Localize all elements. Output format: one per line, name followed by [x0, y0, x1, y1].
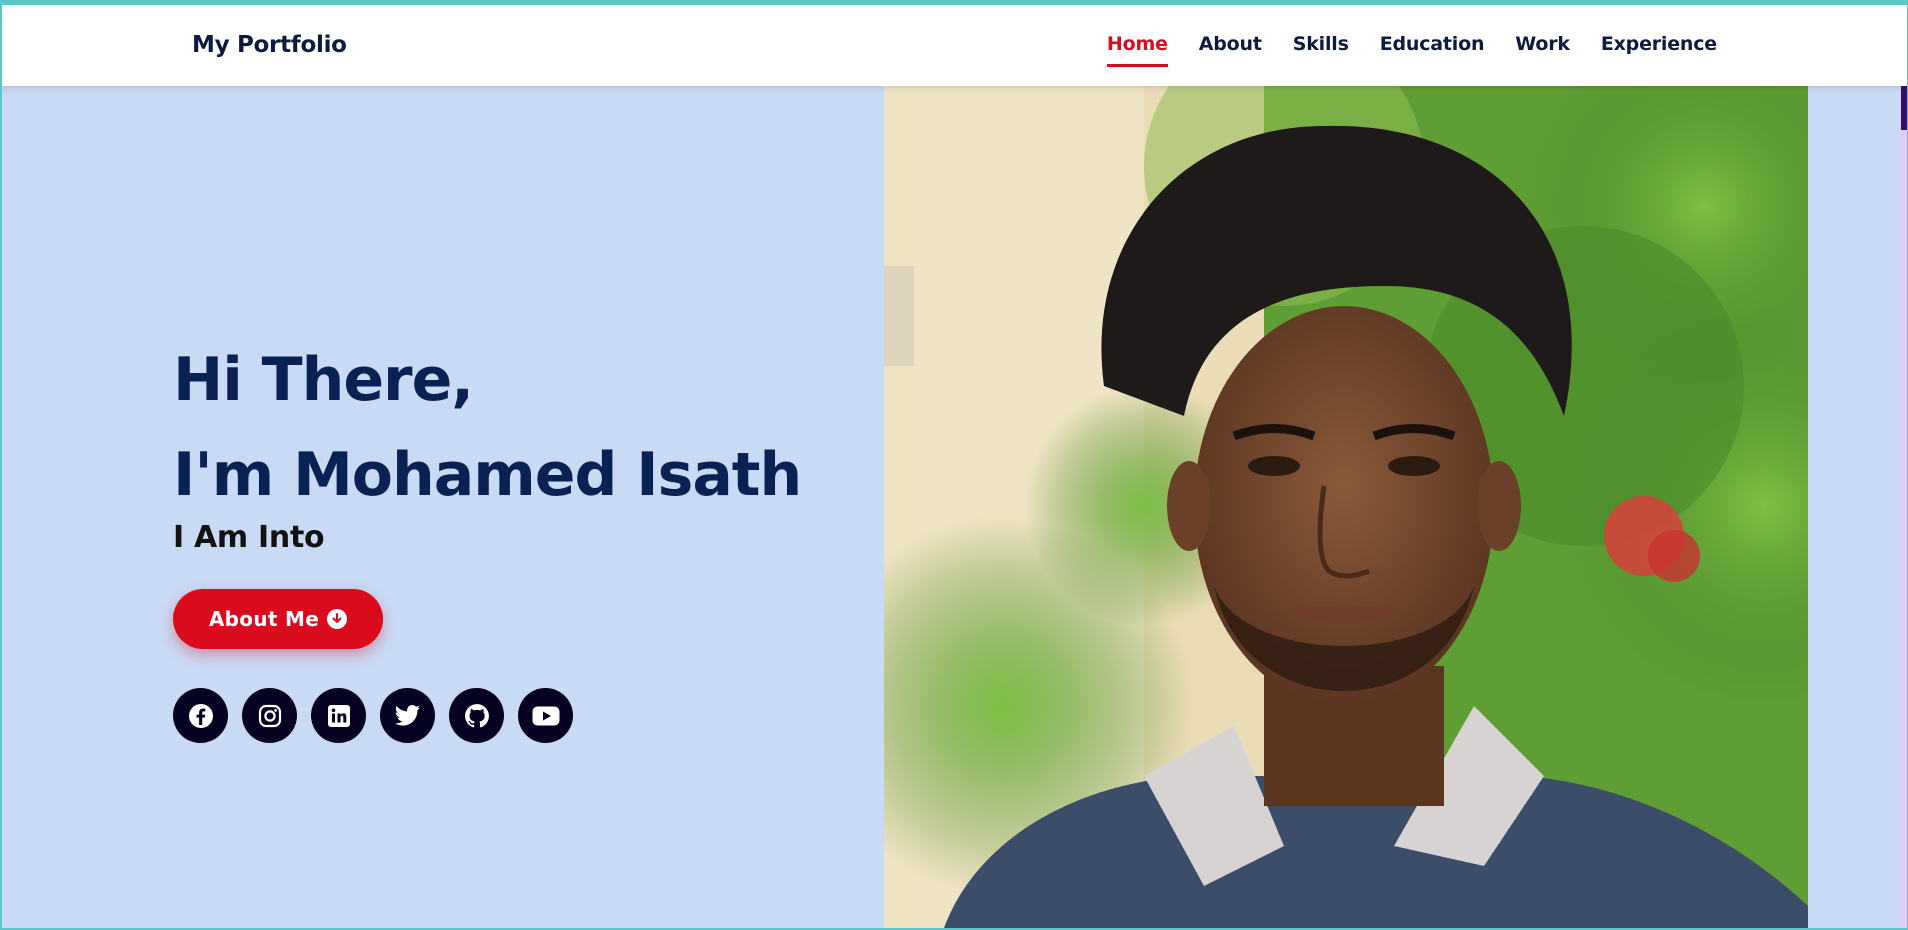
instagram-icon[interactable] [242, 688, 297, 743]
youtube-icon[interactable] [518, 688, 573, 743]
main-nav: Home About Skills Education Work Experie… [1106, 33, 1717, 67]
twitter-icon[interactable] [380, 688, 435, 743]
hero-heading: Hi There, I'm Mohamed Isath [173, 333, 802, 523]
scroll-track [1901, 130, 1907, 928]
nav-item-work[interactable]: Work [1515, 33, 1570, 67]
social-links [173, 688, 573, 743]
nav-item-about[interactable]: About [1199, 33, 1262, 67]
nav-item-experience[interactable]: Experience [1601, 33, 1717, 67]
hero-greeting-line: Hi There, [173, 345, 474, 415]
nav-item-skills[interactable]: Skills [1293, 33, 1349, 67]
github-icon[interactable] [449, 688, 504, 743]
nav-item-home[interactable]: Home [1106, 33, 1168, 67]
hero-name-line: I'm Mohamed Isath [173, 440, 802, 510]
brand-logo[interactable]: My Portfolio [192, 32, 347, 58]
page-frame: My Portfolio Home About Skills Education… [2, 5, 1907, 928]
navbar: My Portfolio Home About Skills Education… [2, 5, 1907, 86]
scroll-accent [1901, 86, 1907, 130]
arrow-down-circle-icon [327, 609, 348, 629]
hero-subtitle: I Am Into [173, 520, 325, 555]
linkedin-icon[interactable] [311, 688, 366, 743]
profile-photo [884, 86, 1808, 928]
facebook-icon[interactable] [173, 688, 228, 743]
about-me-label: About Me [208, 607, 320, 631]
about-me-button[interactable]: About Me [173, 589, 383, 649]
nav-item-education[interactable]: Education [1380, 33, 1485, 67]
